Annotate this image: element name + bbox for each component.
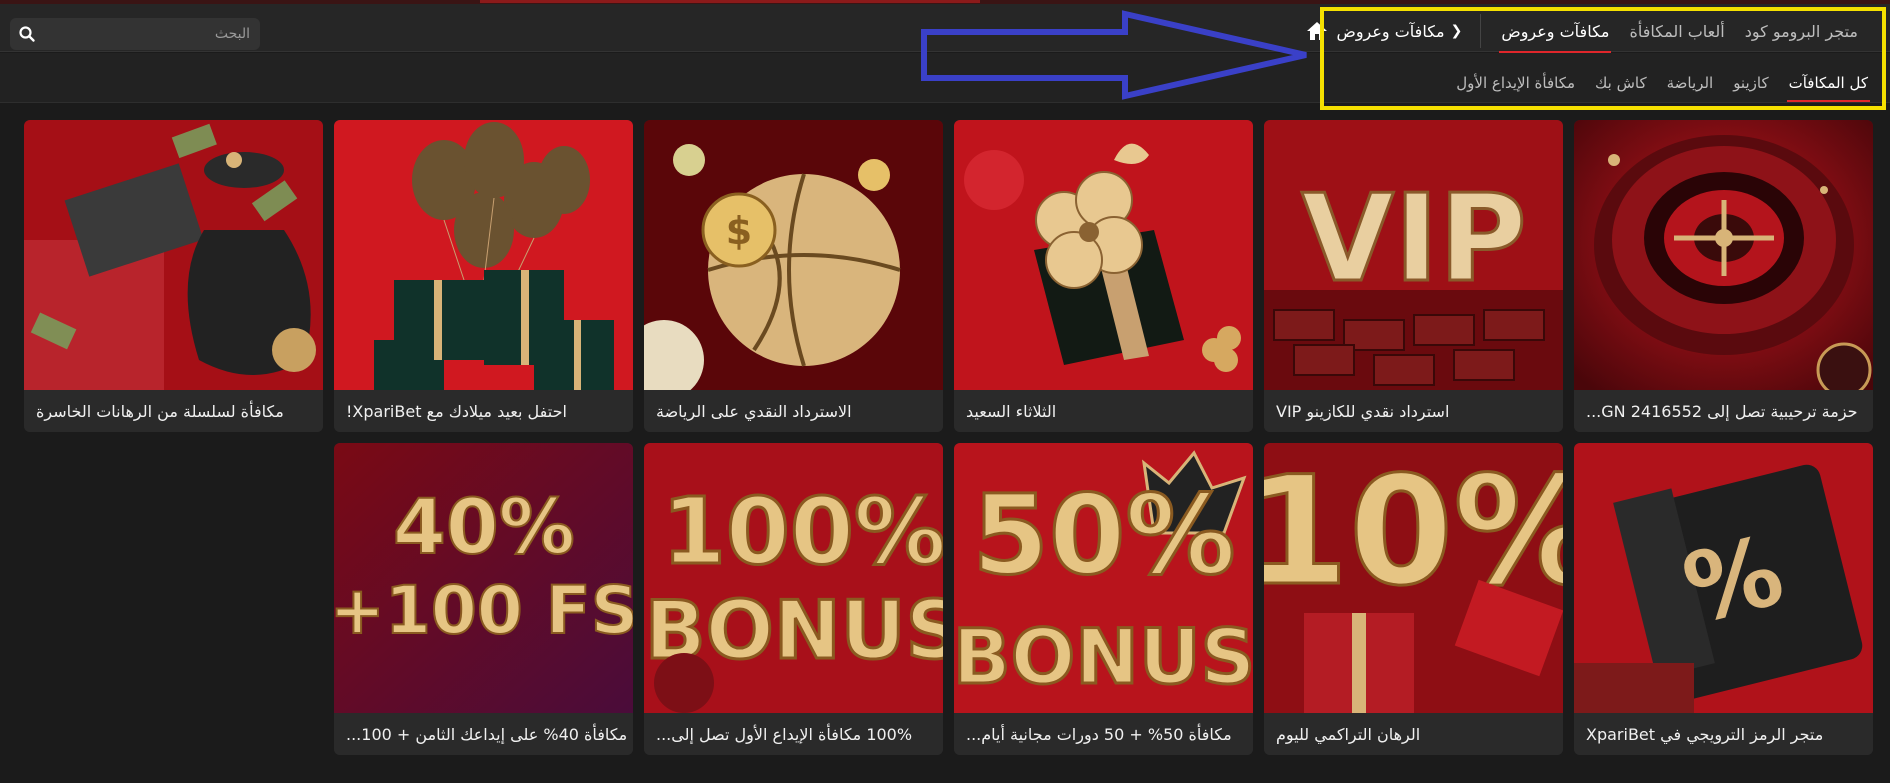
promo-title: حزمة ترحيبية تصل إلى 2416552 GN... xyxy=(1574,390,1873,432)
search-box[interactable] xyxy=(10,18,260,50)
basketball-coins-image: $ xyxy=(644,120,943,390)
balloons-gifts-image xyxy=(334,120,633,390)
filter-casino[interactable]: كازينو xyxy=(1723,70,1778,96)
svg-text:$: $ xyxy=(726,209,752,253)
hundred-bonus-image: 100% BONUS xyxy=(644,443,943,713)
top-nav: ❮ مكافآت وعروض مكافآت وعروض ألعاب المكاف… xyxy=(1300,14,1868,53)
filter-first-deposit[interactable]: مكافأة الإيداع الأول xyxy=(1446,70,1585,96)
tab-bonus-games[interactable]: ألعاب المكافأة xyxy=(1619,16,1734,47)
breadcrumb-label: مكافآت وعروض xyxy=(1336,21,1445,41)
vip-image: VIP xyxy=(1264,120,1563,390)
roulette-image xyxy=(1574,120,1873,390)
svg-text:+100 FS: +100 FS xyxy=(334,572,633,649)
money-bag-image xyxy=(24,120,323,390)
svg-text:BONUS: BONUS xyxy=(954,612,1253,701)
promo-card-welcome[interactable]: حزمة ترحيبية تصل إلى 2416552 GN... xyxy=(1574,120,1873,432)
promo-card-hundred-bonus[interactable]: 100% BONUS 100% مكافأة الإيداع الأول تصل… xyxy=(644,443,943,755)
clover-gift-image xyxy=(954,120,1253,390)
svg-text:40%: 40% xyxy=(393,482,575,571)
promo-title: استرداد نقدي للكازينو VIP xyxy=(1264,390,1563,432)
svg-text:50%: 50% xyxy=(972,471,1235,599)
ten-percent-image: 10% xyxy=(1264,443,1563,713)
tab-offers[interactable]: مكافآت وعروض xyxy=(1491,16,1619,53)
promo-card-happy-tuesday[interactable]: الثلاثاء السعيد xyxy=(954,120,1253,432)
sub-nav: مكافأة الإيداع الأول كاش بك الرياضة كازي… xyxy=(1446,66,1878,102)
breadcrumb[interactable]: ❮ مكافآت وعروض xyxy=(1328,16,1470,47)
promo-card-fifty-bonus[interactable]: 50% BONUS مكافأة 50% + 50 دورات مجانية أ… xyxy=(954,443,1253,755)
filter-sports[interactable]: الرياضة xyxy=(1657,70,1724,96)
chevron-left-icon: ❮ xyxy=(1450,23,1463,39)
search-input[interactable] xyxy=(50,26,250,42)
fifty-bonus-image: 50% BONUS xyxy=(954,443,1253,713)
search-icon[interactable] xyxy=(18,25,36,43)
promo-card-birthday[interactable]: احتفل بعيد ميلادك مع XpariBet! xyxy=(334,120,633,432)
forty-fs-image: 40% +100 FS xyxy=(334,443,633,713)
filter-cashback[interactable]: كاش بك xyxy=(1585,70,1657,96)
tab-promo-store[interactable]: متجر البرومو كود xyxy=(1735,16,1868,47)
promo-card-promo-store[interactable]: % متجر الرمز الترويجي في XpariBet xyxy=(1574,443,1873,755)
promo-title: الثلاثاء السعيد xyxy=(954,390,1253,432)
promo-card-accumulator[interactable]: 10% الرهان التراكمي لليوم xyxy=(1264,443,1563,755)
promo-title: 100% مكافأة الإيداع الأول تصل إلى... xyxy=(644,713,943,755)
promo-card-forty-fs[interactable]: 40% +100 FS مكافأة 40% على إيداعك الثامن… xyxy=(334,443,633,755)
promo-title: مكافأة 40% على إيداعك الثامن + 100... xyxy=(334,713,633,755)
promo-title: الاسترداد النقدي على الرياضة xyxy=(644,390,943,432)
promo-title: مكافأة 50% + 50 دورات مجانية أيام... xyxy=(954,713,1253,755)
promo-title: الرهان التراكمي لليوم xyxy=(1264,713,1563,755)
svg-text:100%: 100% xyxy=(662,478,943,585)
promo-card-vip-cashback[interactable]: VIP استرداد نقدي للكازينو VIP xyxy=(1264,120,1563,432)
promo-title: متجر الرمز الترويجي في XpariBet xyxy=(1574,713,1873,755)
vip-art-text: VIP xyxy=(1301,170,1526,309)
promo-card-losing-streak[interactable]: مكافأة لسلسلة من الرهانات الخاسرة xyxy=(24,120,323,432)
promo-ticket-image: % xyxy=(1574,443,1873,713)
promo-title: مكافأة لسلسلة من الرهانات الخاسرة xyxy=(24,390,323,432)
promo-card-sports-cashback[interactable]: $ الاسترداد النقدي على الرياضة xyxy=(644,120,943,432)
promo-title: احتفل بعيد ميلادك مع XpariBet! xyxy=(334,390,633,432)
ten-art-text: 10% xyxy=(1264,445,1563,619)
filter-all-bonuses[interactable]: كل المكافآت xyxy=(1779,70,1878,102)
annotation-arrow xyxy=(921,10,1307,100)
nav-divider xyxy=(1480,14,1482,48)
